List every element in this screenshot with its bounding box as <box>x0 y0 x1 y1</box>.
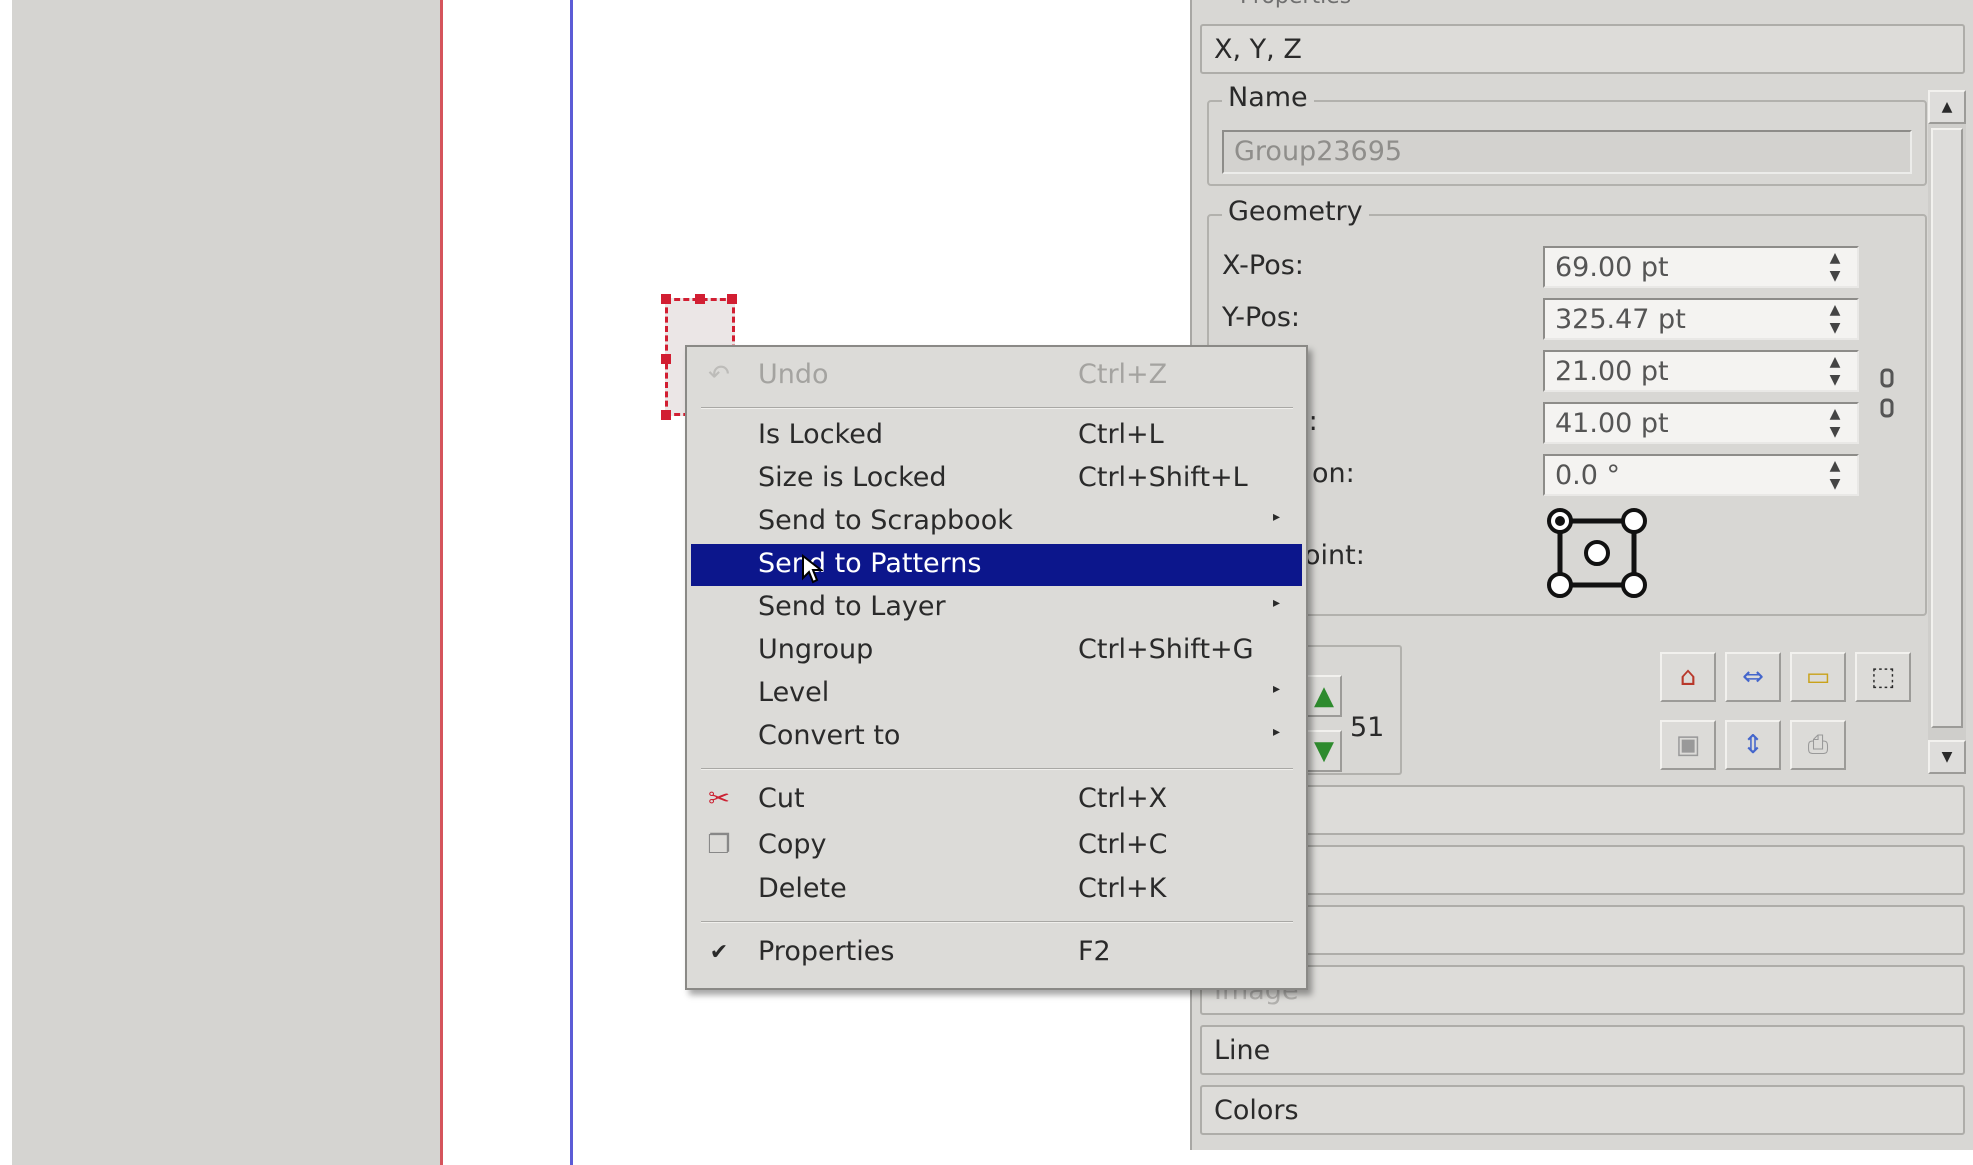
section-bar-3[interactable] <box>1200 905 1965 955</box>
menu-item-properties-label: Properties <box>758 936 895 967</box>
geometry-group-label: Geometry <box>1222 196 1369 227</box>
menu-item-send-to-patterns[interactable]: Send to Patterns <box>691 544 1302 586</box>
margin-guide-line <box>570 0 573 1165</box>
menu-item-delete[interactable]: Delete Ctrl+K <box>691 869 1302 911</box>
level-value: 51 <box>1350 712 1385 743</box>
menu-item-copy-label: Copy <box>758 829 827 860</box>
section-bar-2[interactable] <box>1200 845 1965 895</box>
flip-horizontal-icon[interactable]: ⇔ <box>1725 652 1781 702</box>
height-stepper[interactable]: ▲ ▼ <box>1815 405 1855 441</box>
flip-vertical-icon[interactable]: ⇕ <box>1725 720 1781 770</box>
y-pos-label: Y-Pos: <box>1222 302 1301 333</box>
menu-item-send-to-scrapbook-label: Send to Scrapbook <box>758 505 1013 536</box>
menu-item-send-to-layer[interactable]: Send to Layer ▸ <box>691 587 1302 629</box>
submenu-arrow-icon: ▸ <box>1273 509 1281 525</box>
menu-item-undo-label: Undo <box>758 359 829 390</box>
section-bar-1[interactable] <box>1200 785 1965 835</box>
checkmark-icon: ✔ <box>709 940 729 965</box>
level-up-icon[interactable]: ▲ <box>1306 675 1342 717</box>
y-pos-input[interactable]: 325.47 pt <box>1543 298 1859 340</box>
xyz-section-tab[interactable]: X, Y, Z <box>1200 24 1965 74</box>
menu-item-size-is-locked-shortcut: Ctrl+Shift+L <box>1078 462 1248 493</box>
width-stepper[interactable]: ▲ ▼ <box>1815 353 1855 389</box>
selection-handle-top-right[interactable] <box>727 294 737 304</box>
line-section-label: Line <box>1214 1035 1271 1066</box>
menu-item-copy-shortcut: Ctrl+C <box>1078 829 1168 860</box>
menu-item-delete-shortcut: Ctrl+K <box>1078 873 1167 904</box>
menu-item-level[interactable]: Level ▸ <box>691 673 1302 715</box>
level-down-icon[interactable]: ▼ <box>1306 730 1342 772</box>
colors-section-label: Colors <box>1214 1095 1299 1126</box>
selection-handle-top-left[interactable] <box>661 294 671 304</box>
scroll-up-button[interactable]: ▲ <box>1928 90 1966 124</box>
rotation-label-fragment: on: <box>1312 458 1355 489</box>
mouse-cursor-icon <box>801 553 824 591</box>
menu-separator <box>701 921 1293 923</box>
menu-item-is-locked-shortcut: Ctrl+L <box>1078 419 1164 450</box>
submenu-arrow-icon: ▸ <box>1273 724 1281 740</box>
menu-separator <box>701 407 1293 409</box>
copy-icon: ❐ <box>707 830 731 860</box>
menu-item-is-locked-label: Is Locked <box>758 419 883 450</box>
menu-item-size-is-locked[interactable]: Size is Locked Ctrl+Shift+L <box>691 458 1302 500</box>
rotation-input[interactable]: 0.0 ° <box>1543 454 1859 496</box>
menu-item-send-to-layer-label: Send to Layer <box>758 591 946 622</box>
width-input[interactable]: 21.00 pt <box>1543 350 1859 392</box>
menu-item-cut-shortcut: Ctrl+X <box>1078 783 1168 814</box>
print-icon[interactable]: ⎙ <box>1790 720 1846 770</box>
height-input[interactable]: 41.00 pt <box>1543 402 1859 444</box>
lock-icon[interactable]: ▭ <box>1790 652 1846 702</box>
name-group-label: Name <box>1222 82 1314 113</box>
menu-item-convert-to[interactable]: Convert to ▸ <box>691 716 1302 758</box>
submenu-arrow-icon: ▸ <box>1273 681 1281 697</box>
rotation-stepper[interactable]: ▲ ▼ <box>1815 457 1855 493</box>
page-edge-line <box>440 0 443 1165</box>
object-name-field[interactable]: Group23695 <box>1222 130 1912 174</box>
menu-item-send-to-scrapbook[interactable]: Send to Scrapbook ▸ <box>691 501 1302 543</box>
properties-panel-title: Properties <box>1240 0 1351 9</box>
menu-item-cut-label: Cut <box>758 783 805 814</box>
scissors-icon: ✂ <box>708 784 730 814</box>
menu-item-send-to-patterns-label: Send to Patterns <box>758 548 982 579</box>
menu-item-size-is-locked-label: Size is Locked <box>758 462 947 493</box>
menu-item-copy[interactable]: ❐ Copy Ctrl+C <box>691 825 1302 867</box>
pasteboard-area[interactable] <box>12 0 442 1165</box>
size-lock-icon[interactable]: ▣ <box>1660 720 1716 770</box>
menu-item-level-label: Level <box>758 677 830 708</box>
menu-item-delete-label: Delete <box>758 873 847 904</box>
y-pos-stepper[interactable]: ▲ ▼ <box>1815 301 1855 337</box>
chain-link-icon[interactable] <box>1880 368 1894 420</box>
basepoint-label-fragment: oint: <box>1304 540 1365 571</box>
x-pos-label: X-Pos: <box>1222 250 1304 281</box>
menu-separator <box>701 768 1293 770</box>
menu-item-undo[interactable]: ↶ Undo Ctrl+Z <box>691 355 1302 397</box>
submenu-arrow-icon: ▸ <box>1273 595 1281 611</box>
basepoint-selector[interactable] <box>1542 505 1652 601</box>
menu-item-ungroup[interactable]: Ungroup Ctrl+Shift+G <box>691 630 1302 672</box>
menu-item-convert-to-label: Convert to <box>758 720 901 751</box>
bounding-box-icon[interactable]: ⬚ <box>1855 652 1911 702</box>
selection-handle-top-middle[interactable] <box>695 294 705 304</box>
menu-item-ungroup-shortcut: Ctrl+Shift+G <box>1078 634 1254 665</box>
menu-item-undo-shortcut: Ctrl+Z <box>1078 359 1168 390</box>
context-menu: ↶ Undo Ctrl+Z Is Locked Ctrl+L Size is L… <box>685 345 1308 990</box>
shape-icon[interactable]: ⌂ <box>1660 652 1716 702</box>
x-pos-stepper[interactable]: ▲ ▼ <box>1815 249 1855 285</box>
selection-handle-middle-left[interactable] <box>661 354 671 364</box>
xyz-section-label: X, Y, Z <box>1214 34 1302 65</box>
menu-item-ungroup-label: Ungroup <box>758 634 874 665</box>
menu-item-properties[interactable]: ✔ Properties F2 <box>691 932 1302 974</box>
line-section[interactable]: Line <box>1200 1025 1965 1075</box>
menu-item-is-locked[interactable]: Is Locked Ctrl+L <box>691 415 1302 457</box>
scroll-down-button[interactable]: ▼ <box>1928 740 1966 774</box>
menu-item-cut[interactable]: ✂ Cut Ctrl+X <box>691 779 1302 821</box>
scrollbar-thumb[interactable] <box>1931 128 1963 728</box>
colors-section[interactable]: Colors <box>1200 1085 1965 1135</box>
menu-item-properties-shortcut: F2 <box>1078 936 1111 967</box>
selection-handle-bottom-left[interactable] <box>661 410 671 420</box>
x-pos-input[interactable]: 69.00 pt <box>1543 246 1859 288</box>
image-section[interactable]: Image <box>1200 965 1965 1015</box>
undo-icon: ↶ <box>708 360 730 390</box>
